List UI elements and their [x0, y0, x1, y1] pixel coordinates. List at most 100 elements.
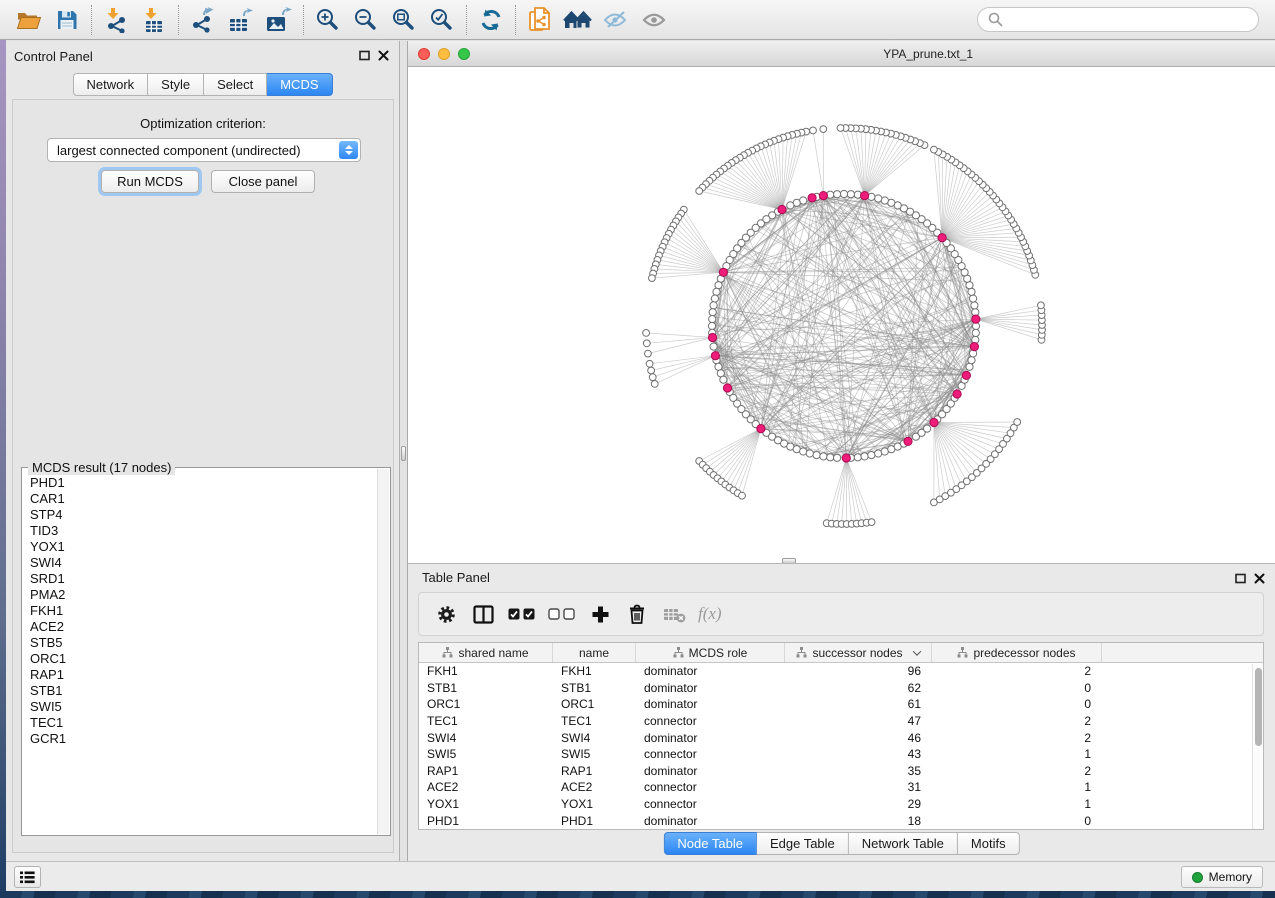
- open-file-icon[interactable]: [10, 3, 48, 37]
- table-settings-gear-icon[interactable]: [431, 599, 461, 629]
- network-node[interactable]: [710, 343, 717, 350]
- network-node[interactable]: [646, 360, 653, 367]
- column-header-MCDS-role[interactable]: MCDS role: [636, 643, 785, 662]
- cell-successor_nodes[interactable]: 43: [785, 747, 932, 761]
- cell-successor_nodes[interactable]: 18: [785, 814, 932, 828]
- network-node[interactable]: [875, 195, 882, 202]
- network-node[interactable]: [968, 357, 975, 364]
- mcds-dominator-node[interactable]: [808, 194, 816, 202]
- network-node[interactable]: [861, 453, 868, 460]
- cell-successor_nodes[interactable]: 47: [785, 714, 932, 728]
- cell-name[interactable]: ORC1: [553, 697, 636, 711]
- mcds-result-item[interactable]: GCR1: [30, 731, 377, 747]
- cell-shared_name[interactable]: SWI4: [419, 731, 553, 745]
- network-node[interactable]: [720, 376, 727, 383]
- column-header-shared-name[interactable]: shared name: [419, 643, 553, 662]
- cell-successor_nodes[interactable]: 61: [785, 697, 932, 711]
- home-icon[interactable]: [559, 3, 597, 37]
- network-window-titlebar[interactable]: YPA_prune.txt_1: [408, 41, 1275, 67]
- network-node[interactable]: [715, 282, 722, 289]
- table-row[interactable]: SWI5SWI5connector431: [419, 746, 1263, 763]
- tab-select[interactable]: Select: [204, 73, 267, 96]
- cell-predecessor_nodes[interactable]: 1: [932, 747, 1102, 761]
- mcds-dominator-node[interactable]: [719, 268, 727, 276]
- table-row[interactable]: ACE2ACE2connector311: [419, 779, 1263, 796]
- zoom-selected-icon[interactable]: [423, 3, 461, 37]
- cell-predecessor_nodes[interactable]: 2: [932, 714, 1102, 728]
- mcds-result-list[interactable]: PHD1CAR1STP4TID3YOX1SWI4SRD1PMA2FKH1ACE2…: [23, 473, 377, 834]
- mcds-dominator-node[interactable]: [708, 333, 716, 341]
- network-node[interactable]: [868, 452, 875, 459]
- mcds-dominator-node[interactable]: [711, 352, 719, 360]
- table-scrollbar-thumb[interactable]: [1255, 668, 1262, 746]
- cell-name[interactable]: PHD1: [553, 814, 636, 828]
- cell-name[interactable]: RAP1: [553, 764, 636, 778]
- table-row[interactable]: ORC1ORC1dominator610: [419, 696, 1263, 713]
- mcds-result-item[interactable]: CAR1: [30, 491, 377, 507]
- mcds-dominator-node[interactable]: [904, 437, 912, 445]
- cell-name[interactable]: SWI4: [553, 731, 636, 745]
- mcds-dominator-node[interactable]: [842, 454, 850, 462]
- import-table-icon[interactable]: [135, 3, 173, 37]
- network-node[interactable]: [643, 340, 650, 347]
- cell-name[interactable]: FKH1: [553, 664, 636, 678]
- cell-predecessor_nodes[interactable]: 2: [932, 731, 1102, 745]
- save-icon[interactable]: [48, 3, 86, 37]
- network-node[interactable]: [868, 519, 875, 526]
- mcds-result-item[interactable]: TID3: [30, 523, 377, 539]
- duplicate-network-icon[interactable]: [521, 3, 559, 37]
- cell-name[interactable]: ACE2: [553, 780, 636, 794]
- float-panel-icon[interactable]: [359, 50, 370, 61]
- cell-shared_name[interactable]: SWI5: [419, 747, 553, 761]
- column-header-name[interactable]: name: [553, 643, 636, 662]
- table-scrollbar[interactable]: [1252, 664, 1263, 829]
- network-node[interactable]: [709, 316, 716, 323]
- network-node[interactable]: [649, 275, 656, 282]
- cell-mcds_role[interactable]: connector: [636, 780, 785, 794]
- table-row[interactable]: FKH1FKH1dominator962: [419, 663, 1263, 680]
- mcds-dominator-node[interactable]: [962, 371, 970, 379]
- table-row[interactable]: STB1STB1dominator620: [419, 680, 1263, 697]
- mcds-dominator-node[interactable]: [970, 343, 978, 351]
- tab-motifs[interactable]: Motifs: [958, 832, 1020, 855]
- mcds-dominator-node[interactable]: [757, 425, 765, 433]
- network-node[interactable]: [713, 288, 720, 295]
- mcds-result-item[interactable]: PMA2: [30, 587, 377, 603]
- mcds-dominator-node[interactable]: [938, 234, 946, 242]
- network-node[interactable]: [837, 125, 844, 132]
- export-image-icon[interactable]: [260, 3, 298, 37]
- zoom-in-icon[interactable]: [309, 3, 347, 37]
- export-network-icon[interactable]: [184, 3, 222, 37]
- cell-predecessor_nodes[interactable]: 2: [932, 764, 1102, 778]
- network-node[interactable]: [708, 322, 715, 329]
- zoom-window-button[interactable]: [458, 48, 470, 60]
- cell-predecessor_nodes[interactable]: 2: [932, 664, 1102, 678]
- network-node[interactable]: [970, 295, 977, 302]
- mcds-dominator-node[interactable]: [930, 418, 938, 426]
- network-node[interactable]: [847, 191, 854, 198]
- cell-shared_name[interactable]: RAP1: [419, 764, 553, 778]
- cell-shared_name[interactable]: ACE2: [419, 780, 553, 794]
- network-node[interactable]: [709, 309, 716, 316]
- run-mcds-button[interactable]: Run MCDS: [101, 170, 199, 193]
- network-node[interactable]: [787, 202, 794, 209]
- import-network-icon[interactable]: [97, 3, 135, 37]
- tab-style[interactable]: Style: [148, 73, 204, 96]
- mcds-dominator-node[interactable]: [972, 315, 980, 323]
- network-node[interactable]: [881, 197, 888, 204]
- mcds-list-scrollbar[interactable]: [377, 469, 389, 834]
- mcds-result-item[interactable]: SWI5: [30, 699, 377, 715]
- cell-mcds_role[interactable]: dominator: [636, 681, 785, 695]
- cell-mcds_role[interactable]: dominator: [636, 664, 785, 678]
- network-node[interactable]: [643, 330, 650, 337]
- mcds-result-item[interactable]: FKH1: [30, 603, 377, 619]
- column-header-predecessor-nodes[interactable]: predecessor nodes: [932, 643, 1102, 662]
- mcds-result-item[interactable]: SWI4: [30, 555, 377, 571]
- mcds-dominator-node[interactable]: [778, 205, 786, 213]
- network-node[interactable]: [971, 302, 978, 309]
- network-node[interactable]: [820, 126, 827, 133]
- network-node[interactable]: [645, 350, 652, 357]
- cell-shared_name[interactable]: TEC1: [419, 714, 553, 728]
- close-panel-button[interactable]: Close panel: [211, 170, 315, 193]
- select-all-columns-icon[interactable]: [505, 599, 538, 629]
